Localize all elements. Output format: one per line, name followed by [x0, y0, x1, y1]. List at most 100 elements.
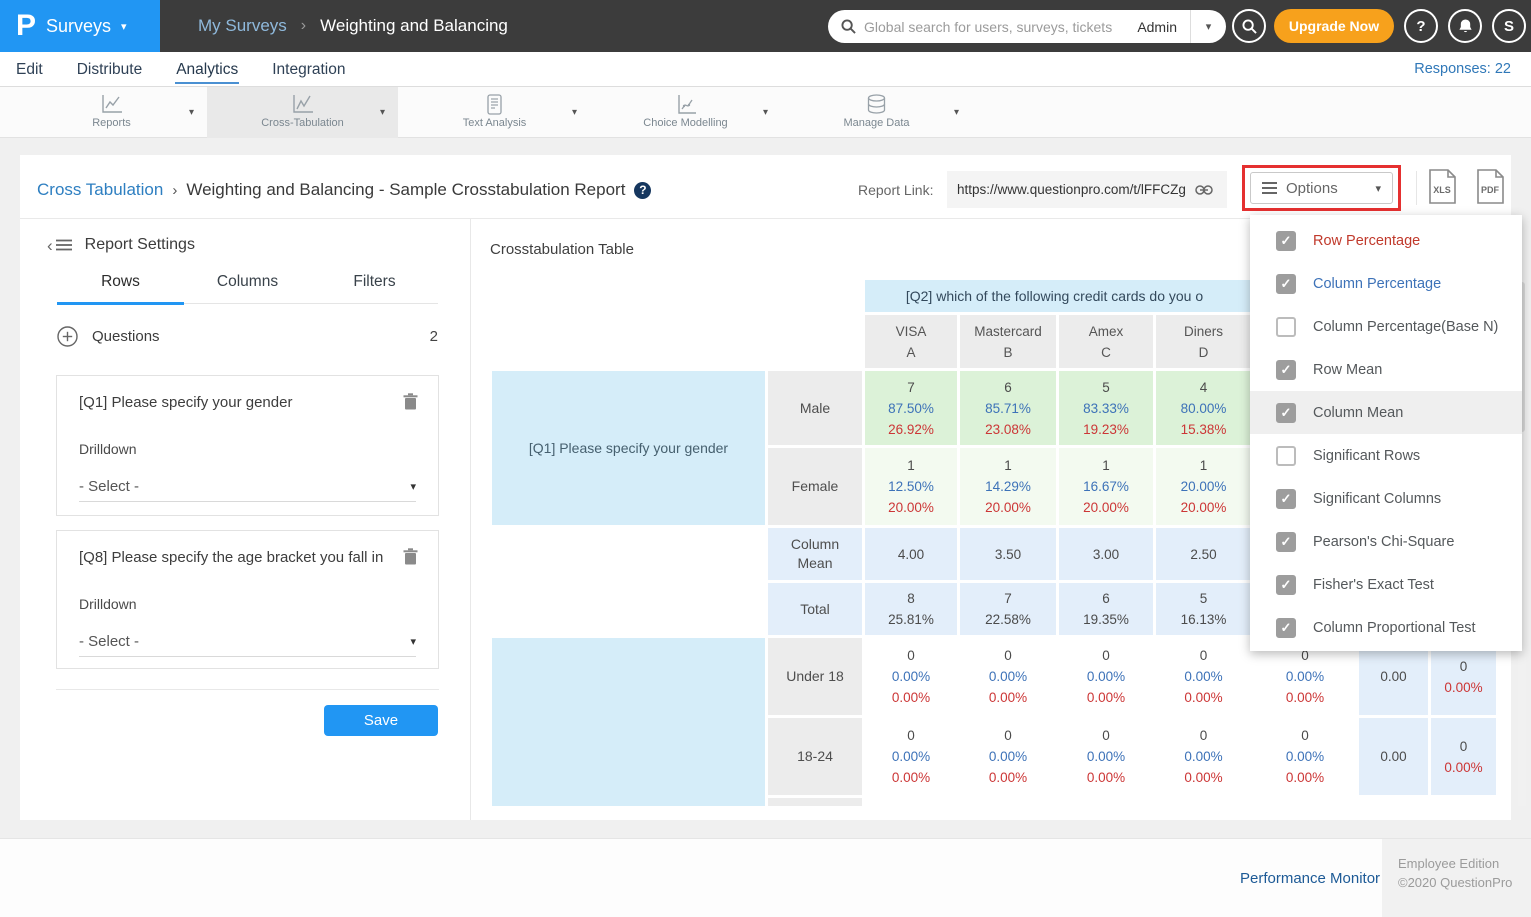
cell-value: 0.00% — [1286, 767, 1324, 788]
save-button[interactable]: Save — [324, 705, 438, 736]
tool-manage-data[interactable]: Manage Data ▾ — [781, 87, 972, 138]
cell-value: 20.00% — [1181, 497, 1227, 518]
link-icon[interactable] — [1195, 185, 1213, 195]
cell-value: 22.58% — [985, 609, 1031, 630]
search-scope-label[interactable]: Admin — [1137, 19, 1190, 35]
options-menu-item-column-proportional-test[interactable]: ✓Column Proportional Test — [1250, 606, 1522, 649]
checkbox-icon[interactable] — [1276, 317, 1296, 337]
performance-monitor-link[interactable]: Performance Monitor — [1240, 870, 1380, 887]
cell-value: 0 — [1200, 645, 1208, 666]
options-menu-item-row-mean[interactable]: ✓Row Mean — [1250, 348, 1522, 391]
cell-value: 6 — [1102, 588, 1110, 609]
tool-reports[interactable]: Reports ▾ — [16, 87, 207, 138]
drilldown-select[interactable]: - Select - ▾ — [79, 627, 416, 657]
options-button[interactable]: Options ▾ — [1250, 172, 1393, 204]
cell-value: 0 — [1460, 656, 1468, 677]
question-card-q8: [Q8] Please specify the age bracket you … — [56, 530, 439, 669]
chevron-down-icon: ▾ — [410, 480, 416, 493]
export-xls-button[interactable]: XLS — [1428, 169, 1457, 209]
data-cell: 112.50%20.00% — [865, 448, 957, 525]
cell-value: 0.00% — [989, 767, 1027, 788]
options-menu-item-column-percentage[interactable]: ✓Column Percentage — [1250, 262, 1522, 305]
upgrade-now-button[interactable]: Upgrade Now — [1274, 9, 1394, 43]
help-badge-icon[interactable]: ? — [634, 182, 651, 199]
checkbox-icon[interactable]: ✓ — [1276, 489, 1296, 509]
cell-value: 3.50 — [995, 544, 1021, 565]
cell-value: 0.00 — [1380, 666, 1406, 687]
breadcrumb-my-surveys[interactable]: My Surveys — [198, 16, 287, 36]
report-url[interactable]: https://www.questionpro.com/t/lFFCZg — [957, 182, 1186, 197]
search-icon — [1242, 19, 1257, 34]
checkbox-icon[interactable]: ✓ — [1276, 403, 1296, 423]
global-search[interactable]: Admin ▾ — [828, 10, 1226, 43]
breadcrumb-separator-icon: › — [172, 182, 177, 199]
search-input[interactable] — [856, 19, 1137, 35]
options-menu-item-pearson-s-chi-square[interactable]: ✓Pearson's Chi-Square — [1250, 520, 1522, 563]
responses-count: Responses: 22 — [1414, 61, 1531, 77]
footer: Performance Monitor Employee Edition ©20… — [0, 838, 1531, 917]
edition-label: Employee Edition — [1398, 854, 1531, 873]
drilldown-select[interactable]: - Select - ▾ — [79, 472, 416, 502]
cell-value: 0.00% — [1087, 687, 1125, 708]
data-cell: 825.81% — [865, 583, 957, 635]
options-menu-item-column-mean[interactable]: ✓Column Mean — [1250, 391, 1522, 434]
search-icon — [841, 19, 856, 34]
tab-distribute[interactable]: Distribute — [76, 55, 143, 84]
row-label-under-18: Under 18 — [768, 638, 862, 715]
avatar[interactable]: S — [1492, 9, 1526, 43]
product-switcher[interactable]: P Surveys ▾ — [0, 0, 160, 52]
checkbox-icon[interactable]: ✓ — [1276, 532, 1296, 552]
options-menu-item-fisher-s-exact-test[interactable]: ✓Fisher's Exact Test — [1250, 563, 1522, 606]
chevron-down-icon[interactable]: ▾ — [572, 107, 577, 118]
search-button[interactable] — [1232, 9, 1266, 43]
tool-cross-tabulation[interactable]: Cross-Tabulation ▾ — [207, 87, 398, 138]
tab-filters[interactable]: Filters — [311, 273, 438, 303]
tab-columns[interactable]: Columns — [184, 273, 311, 303]
tab-rows[interactable]: Rows — [57, 273, 184, 305]
tab-analytics[interactable]: Analytics — [175, 55, 239, 84]
cell-value: 20.00% — [1181, 476, 1227, 497]
cell-value: 0.00% — [1087, 746, 1125, 767]
add-question-icon[interactable] — [57, 326, 78, 347]
crosstab-table-title: Crosstabulation Table — [490, 241, 634, 258]
checkbox-icon[interactable]: ✓ — [1276, 618, 1296, 638]
delete-question-icon[interactable] — [403, 393, 418, 415]
data-cell: 00.00%0.00% — [1254, 718, 1356, 795]
checkbox-icon[interactable]: ✓ — [1276, 575, 1296, 595]
cell-value: 0.00% — [989, 746, 1027, 767]
tool-choice-modelling[interactable]: Choice Modelling ▾ — [590, 87, 781, 138]
chevron-down-icon[interactable]: ▾ — [763, 107, 768, 118]
data-cell: 00.00%0.00% — [1156, 638, 1251, 715]
tab-integration[interactable]: Integration — [271, 55, 346, 84]
checkbox-icon[interactable] — [1276, 446, 1296, 466]
cell-value: 0.00% — [989, 666, 1027, 687]
options-menu-item-significant-columns[interactable]: ✓Significant Columns — [1250, 477, 1522, 520]
cell-value: 0 — [1004, 725, 1012, 746]
help-button[interactable]: ? — [1404, 9, 1438, 43]
delete-question-icon[interactable] — [403, 548, 418, 570]
options-menu-item-significant-rows[interactable]: Significant Rows — [1250, 434, 1522, 477]
options-menu-item-row-percentage[interactable]: ✓Row Percentage — [1250, 219, 1522, 262]
tab-edit[interactable]: Edit — [15, 55, 44, 84]
checkbox-icon[interactable]: ✓ — [1276, 360, 1296, 380]
chevron-down-icon[interactable]: ▾ — [189, 107, 194, 118]
chevron-down-icon[interactable]: ▾ — [954, 107, 959, 118]
tool-text-analysis[interactable]: Text Analysis ▾ — [399, 87, 590, 138]
checkbox-icon[interactable]: ✓ — [1276, 231, 1296, 251]
collapse-panel-icon[interactable]: ‹ — [47, 237, 72, 254]
report-link-field[interactable]: https://www.questionpro.com/t/lFFCZg — [947, 171, 1227, 208]
cell-value: 20.00% — [888, 497, 934, 518]
search-scope-dropdown[interactable]: ▾ — [1190, 10, 1226, 43]
question-card-q1: [Q1] Please specify your gender Drilldow… — [56, 375, 439, 516]
data-cell: 3.00 — [1059, 528, 1153, 580]
column-header-b: MastercardB — [960, 315, 1056, 368]
options-menu-item-column-percentage-base-n-[interactable]: Column Percentage(Base N) — [1250, 305, 1522, 348]
chevron-down-icon[interactable]: ▾ — [380, 107, 385, 118]
cell-value: 8 — [907, 588, 915, 609]
cell-value: 3.00 — [1093, 544, 1119, 565]
notifications-button[interactable] — [1448, 9, 1482, 43]
cross-tabulation-link[interactable]: Cross Tabulation — [37, 180, 163, 200]
checkbox-icon[interactable]: ✓ — [1276, 274, 1296, 294]
export-pdf-button[interactable]: PDF — [1476, 169, 1505, 209]
data-cell: 2.50 — [1156, 528, 1251, 580]
